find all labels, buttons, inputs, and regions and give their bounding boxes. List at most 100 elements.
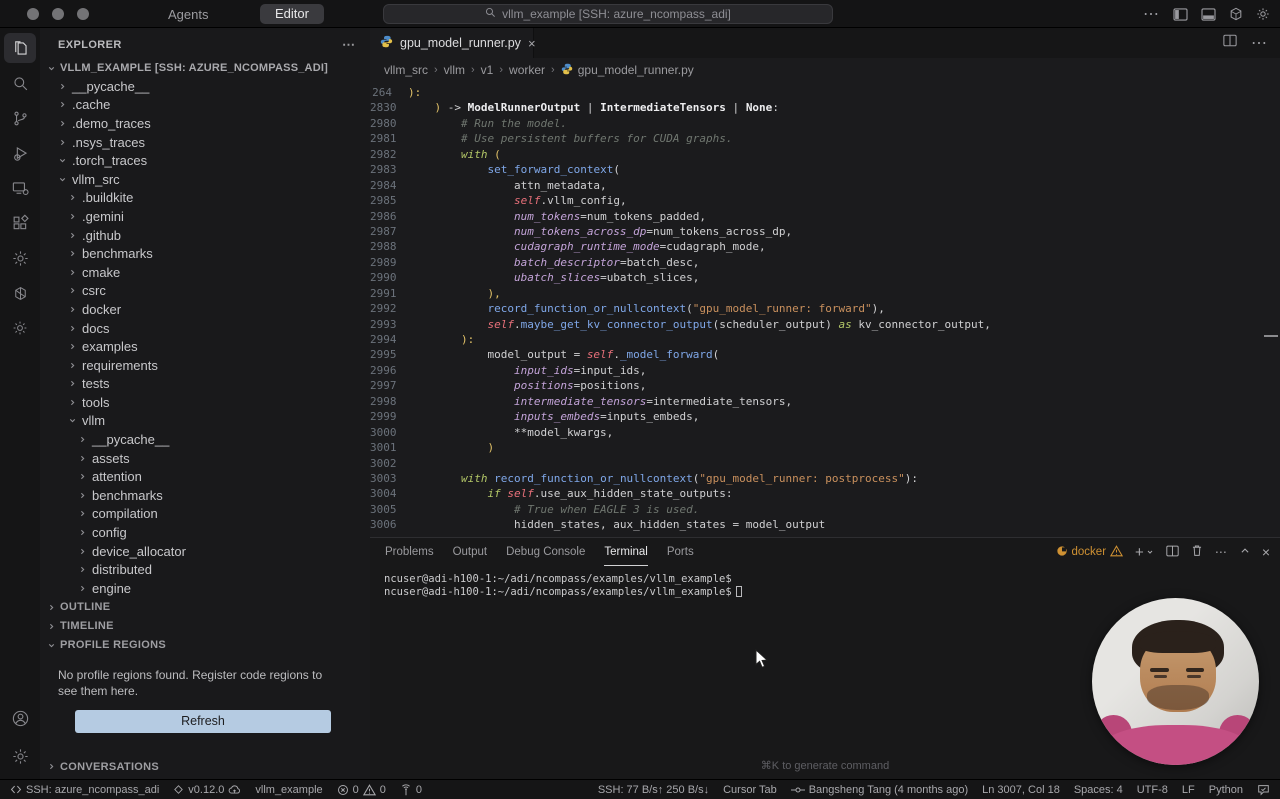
more-actions-icon[interactable]: ⋯ <box>1143 4 1160 24</box>
tree-root-folder[interactable]: VLLM_EXAMPLE [SSH: AZURE_NCOMPASS_ADI] <box>40 59 370 77</box>
editor-more-actions-icon[interactable]: ⋯ <box>1251 33 1268 53</box>
tree-item-tests[interactable]: tests <box>40 375 370 394</box>
file-tree: __pycache__ .cache .demo_traces .nsys_trace… <box>40 77 370 598</box>
status-problems-badge[interactable]: 00 <box>337 784 386 796</box>
panel-tab-output[interactable]: Output <box>453 539 488 566</box>
breadcrumb-item[interactable]: v1 <box>481 63 494 77</box>
status-remote-indicator[interactable]: SSH: azure_ncompass_adi <box>10 784 159 796</box>
code-line: 2985 self.vllm_config, <box>370 194 627 208</box>
explorer-icon[interactable] <box>4 33 36 63</box>
maximize-panel-icon[interactable] <box>1240 545 1250 559</box>
tree-item-requirements[interactable]: requirements <box>40 356 370 375</box>
status-blame-info[interactable]: Bangsheng Tang (4 months ago) <box>790 784 968 796</box>
tree-item-benchmarks[interactable]: benchmarks <box>40 244 370 263</box>
tree-item-cmake[interactable]: cmake <box>40 263 370 282</box>
extensions-icon[interactable] <box>4 208 36 238</box>
status-port-forward-badge[interactable]: 0 <box>400 784 422 796</box>
search-icon[interactable] <box>4 68 36 98</box>
tree-item-assets[interactable]: assets <box>40 449 370 468</box>
window-minimize-button[interactable] <box>52 8 64 20</box>
cube-icon[interactable] <box>1229 7 1243 21</box>
settings-gear-icon[interactable] <box>1256 7 1270 21</box>
status-indentation[interactable]: Spaces: 4 <box>1074 784 1123 796</box>
tree-item-vllm[interactable]: vllm <box>40 412 370 431</box>
breadcrumb-item[interactable]: vllm_src <box>384 63 428 77</box>
kill-terminal-icon[interactable] <box>1191 544 1203 560</box>
tuner-gear-icon[interactable] <box>4 313 36 343</box>
close-panel-icon[interactable]: × <box>1262 544 1270 560</box>
tree-item--cache[interactable]: .cache <box>40 96 370 115</box>
code-line: 3004 if self.use_aux_hidden_state_output… <box>370 487 733 501</box>
tree-item-docs[interactable]: docs <box>40 319 370 338</box>
split-editor-icon[interactable] <box>1223 34 1237 52</box>
panel-tab-debug-console[interactable]: Debug Console <box>506 539 585 566</box>
panel-more-actions-icon[interactable]: ⋯ <box>1215 545 1228 559</box>
tree-item--pycache-[interactable]: __pycache__ <box>40 77 370 96</box>
section-timeline[interactable]: TIMELINE <box>40 617 370 636</box>
tree-item-config[interactable]: config <box>40 523 370 542</box>
tree-item-csrc[interactable]: csrc <box>40 282 370 301</box>
source-control-icon[interactable] <box>4 103 36 133</box>
profiler-gear-icon[interactable] <box>4 243 36 273</box>
status-encoding[interactable]: UTF-8 <box>1137 784 1168 796</box>
tree-item-device-allocator[interactable]: device_allocator <box>40 542 370 561</box>
status-cursor-position[interactable]: Ln 3007, Col 18 <box>982 784 1060 796</box>
code-line: 3003 with record_function_or_nullcontext… <box>370 471 918 485</box>
manage-gear-icon[interactable] <box>4 741 36 771</box>
window-zoom-button[interactable] <box>77 8 89 20</box>
tree-item-engine[interactable]: engine <box>40 579 370 598</box>
tree-item-distributed[interactable]: distributed <box>40 560 370 579</box>
terminal[interactable]: ncuser@adi-h100-1:~/adi/ncompass/example… <box>370 566 1280 599</box>
status-ssh-throughput[interactable]: SSH: 77 B/s↑ 250 B/s↓ <box>598 784 709 796</box>
status-cursor-tab[interactable]: Cursor Tab <box>723 784 777 796</box>
tree-item-docker[interactable]: docker <box>40 300 370 319</box>
refresh-button[interactable]: Refresh <box>75 709 331 733</box>
tree-item-benchmarks[interactable]: benchmarks <box>40 486 370 505</box>
command-center-search[interactable]: vllm_example [SSH: azure_ncompass_adi] <box>383 4 833 24</box>
tree-item--gemini[interactable]: .gemini <box>40 207 370 226</box>
run-debug-icon[interactable] <box>4 138 36 168</box>
code-line: 2998 intermediate_tensors=intermediate_t… <box>370 394 793 408</box>
section-profile-regions[interactable]: PROFILE REGIONS <box>40 636 370 655</box>
section-conversations[interactable]: CONVERSATIONS <box>40 757 370 776</box>
tree-item--pycache-[interactable]: __pycache__ <box>40 430 370 449</box>
explorer-more-actions-icon[interactable]: ⋯ <box>342 37 356 53</box>
tree-item-vllm-src[interactable]: vllm_src <box>40 170 370 189</box>
status-version-badge[interactable]: v0.12.0 <box>173 784 241 796</box>
tree-item--github[interactable]: .github <box>40 226 370 245</box>
new-terminal-icon[interactable]: + <box>1135 544 1154 561</box>
split-terminal-icon[interactable] <box>1166 545 1179 560</box>
breadcrumb-item[interactable]: gpu_model_runner.py <box>561 63 694 78</box>
status-branch-name[interactable]: vllm_example <box>255 784 322 796</box>
editor-tab-gpu-model-runner[interactable]: gpu_model_runner.py × <box>370 28 536 58</box>
accounts-icon[interactable] <box>4 703 36 733</box>
tree-item-tools[interactable]: tools <box>40 393 370 412</box>
docker-terminal-badge[interactable]: docker <box>1056 544 1124 560</box>
status-feedback[interactable] <box>1257 784 1270 796</box>
tree-item-compilation[interactable]: compilation <box>40 505 370 524</box>
panel-tab-ports[interactable]: Ports <box>667 539 694 566</box>
panel-tab-terminal[interactable]: Terminal <box>604 539 648 566</box>
code-line: 3001 ) <box>370 441 495 455</box>
openai-icon[interactable] <box>4 278 36 308</box>
panel-tab-problems[interactable]: Problems <box>385 539 434 566</box>
breadcrumb-item[interactable]: worker <box>509 63 545 77</box>
tree-item--nsys-traces[interactable]: .nsys_traces <box>40 133 370 152</box>
tree-item--torch-traces[interactable]: .torch_traces <box>40 151 370 170</box>
window-close-button[interactable] <box>27 8 39 20</box>
section-outline[interactable]: OUTLINE <box>40 598 370 617</box>
tab-agents[interactable]: Agents <box>168 7 208 22</box>
tree-item-examples[interactable]: examples <box>40 337 370 356</box>
code-editor[interactable]: 264): 2830 ) -> ModelRunnerOutput | Inter… <box>370 82 1280 533</box>
status-language-mode[interactable]: Python <box>1209 784 1243 796</box>
tree-item-attention[interactable]: attention <box>40 467 370 486</box>
layout-panel-icon[interactable] <box>1201 7 1216 21</box>
tree-item--demo-traces[interactable]: .demo_traces <box>40 114 370 133</box>
layout-sidebar-icon[interactable] <box>1173 7 1188 21</box>
close-tab-icon[interactable]: × <box>528 36 536 51</box>
status-eol[interactable]: LF <box>1182 784 1195 796</box>
tab-editor[interactable]: Editor <box>260 4 324 24</box>
tree-item--buildkite[interactable]: .buildkite <box>40 189 370 208</box>
breadcrumb-item[interactable]: vllm <box>444 63 465 77</box>
remote-explorer-icon[interactable] <box>4 173 36 203</box>
